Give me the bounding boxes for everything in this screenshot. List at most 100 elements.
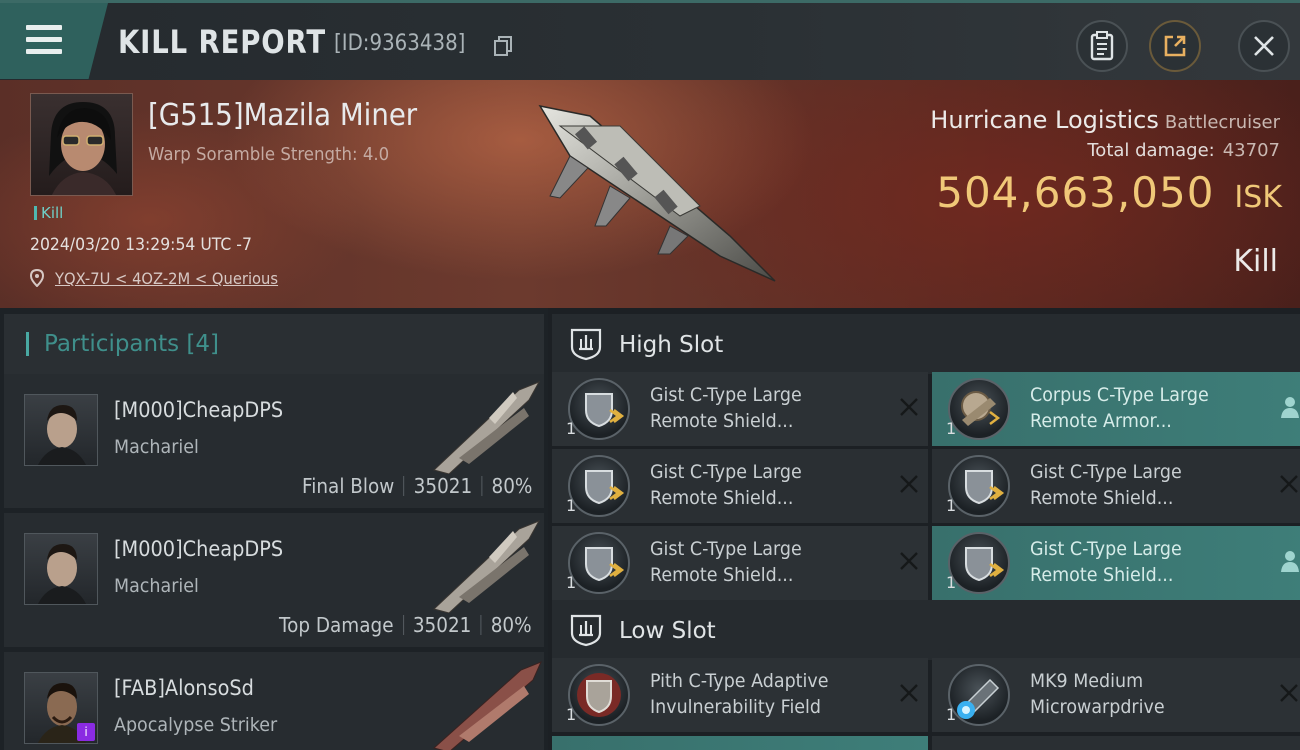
participant-name[interactable]: [FAB]AlonsoSd	[114, 676, 254, 700]
victim-location[interactable]: YQX-7U < 4OZ-2M < Querious	[29, 268, 298, 288]
module-item[interactable]: 1 Gist C-Type Large Remote Shield...	[552, 372, 928, 446]
menu-button[interactable]	[0, 3, 108, 79]
victim-name[interactable]: [G515]Mazila Miner	[148, 98, 417, 133]
isk-value: 504,663,050	[936, 168, 1215, 217]
module-quantity: 1	[946, 705, 957, 724]
module-item[interactable]: 1 Pith C-Type Adaptive Invulnerability Fi…	[552, 658, 928, 732]
victim-datetime: 2024/03/20 13:29:54 UTC -7	[30, 235, 252, 255]
module-name-line1: Gist C-Type Large	[650, 538, 802, 560]
module-item[interactable]: 1 MK9 Medium Microwarpdrive	[932, 658, 1300, 732]
total-damage-value: 43707	[1222, 140, 1280, 161]
low-slot-header[interactable]: Low Slot	[552, 600, 1300, 660]
module-item[interactable]	[552, 736, 928, 750]
module-quantity: 1	[946, 496, 957, 515]
module-name-line2: Remote Shield...	[650, 487, 794, 509]
ship-name-text: Hurricane Logistics	[930, 106, 1159, 134]
module-name-line2: Microwarpdrive	[1030, 696, 1165, 718]
module-name-line2: Remote Shield...	[1030, 487, 1174, 509]
participant-damage: 35021	[413, 474, 472, 498]
victim-avatar[interactable]	[30, 93, 133, 196]
module-item[interactable]: 1 Gist C-Type Large Remote Shield...	[932, 449, 1300, 523]
stat-divider	[480, 476, 482, 496]
participant-avatar[interactable]: i	[24, 672, 98, 744]
module-quantity: 1	[946, 573, 957, 592]
remove-x-icon[interactable]	[898, 682, 920, 704]
participant-stats: Top Damage 35021 80%	[279, 613, 532, 637]
share-button[interactable]	[1149, 20, 1201, 72]
participant-avatar[interactable]	[24, 394, 98, 466]
victim-ship-name[interactable]: Hurricane Logistics Battlecruiser	[930, 106, 1280, 134]
portrait-image	[38, 405, 86, 465]
participant-row[interactable]: i [FAB]AlonsoSd Apocalypse Striker	[4, 652, 544, 750]
high-slot-header[interactable]: High Slot	[552, 314, 1300, 374]
portrait-image	[38, 544, 86, 604]
share-icon	[1164, 35, 1186, 57]
module-name-line2: Remote Shield...	[1030, 564, 1174, 586]
location-link[interactable]: YQX-7U < 4OZ-2M < Querious	[55, 269, 278, 288]
person-icon[interactable]	[1280, 550, 1300, 572]
participant-avatar[interactable]	[24, 533, 98, 605]
low-slot-label: Low Slot	[619, 618, 716, 644]
module-quantity: 1	[566, 573, 577, 592]
slot-shield-icon	[570, 614, 602, 647]
stat-divider	[403, 615, 405, 635]
module-item[interactable]	[932, 736, 1300, 750]
remove-x-icon[interactable]	[1278, 473, 1300, 495]
module-name-line1: Gist C-Type Large	[1030, 461, 1182, 483]
participant-row[interactable]: [M000]CheapDPS Machariel Top Damage 35021…	[4, 513, 544, 647]
module-name-line2: Remote Armor...	[1030, 410, 1172, 432]
remove-x-icon[interactable]	[898, 396, 920, 418]
isk-unit: ISK	[1234, 180, 1282, 215]
module-name-line1: Gist C-Type Large	[650, 384, 802, 406]
module-name-line2: Remote Shield...	[650, 564, 794, 586]
participant-percent: 80%	[491, 613, 532, 637]
module-name: Gist C-Type Large Remote Shield...	[650, 459, 802, 511]
clipboard-button[interactable]	[1076, 20, 1128, 72]
shield-module-icon	[568, 378, 630, 440]
module-name: Pith C-Type Adaptive Invulnerability Fiel…	[650, 668, 828, 720]
module-quantity: 1	[566, 496, 577, 515]
person-icon[interactable]	[1280, 396, 1300, 418]
victim-subtitle: Warp Soramble Strength: 4.0	[148, 144, 390, 165]
clipboard-icon	[1090, 31, 1114, 61]
remove-x-icon[interactable]	[898, 473, 920, 495]
module-item[interactable]: 1 Gist C-Type Large Remote Shield...	[552, 449, 928, 523]
page-title: KILL REPORT	[118, 23, 326, 61]
stat-divider	[403, 476, 405, 496]
remove-x-icon[interactable]	[898, 550, 920, 572]
info-badge: i	[77, 723, 95, 741]
copy-icon[interactable]	[494, 36, 512, 56]
participant-name[interactable]: [M000]CheapDPS	[114, 398, 283, 422]
shield-module-icon	[568, 532, 630, 594]
module-item[interactable]: 1 Gist C-Type Large Remote Shield...	[932, 526, 1300, 600]
module-name: Gist C-Type Large Remote Shield...	[650, 382, 802, 434]
module-name: Gist C-Type Large Remote Shield...	[650, 536, 802, 588]
kill-tag: Kill	[34, 204, 63, 222]
module-item[interactable]: 1 Corpus C-Type Large Remote Armor...	[932, 372, 1300, 446]
participants-title: Participants [4]	[44, 331, 219, 357]
module-quantity: 1	[566, 705, 577, 724]
participant-name[interactable]: [M000]CheapDPS	[114, 537, 283, 561]
fitting-panel: High Slot 1 Gist C-Type Large Remote Shie…	[548, 308, 1300, 750]
shield-module-icon	[568, 455, 630, 517]
close-button[interactable]	[1238, 20, 1290, 72]
module-quantity: 1	[946, 419, 957, 438]
ship-class-text: Battlecruiser	[1164, 112, 1280, 133]
module-quantity: 1	[566, 419, 577, 438]
participant-ship: Machariel	[114, 436, 199, 458]
stat-divider	[480, 615, 482, 635]
microwarpdrive-module-icon	[948, 664, 1010, 726]
module-name-line1: Corpus C-Type Large	[1030, 384, 1209, 406]
module-item[interactable]: 1 Gist C-Type Large Remote Shield...	[552, 526, 928, 600]
total-damage: Total damage: 43707	[1087, 140, 1280, 161]
participants-panel: Participants [4] [M000]CheapDPS Macharie…	[0, 308, 548, 750]
invulnerability-module-icon	[568, 664, 630, 726]
participant-row[interactable]: [M000]CheapDPS Machariel Final Blow 35021…	[4, 374, 544, 508]
participant-ship: Machariel	[114, 575, 199, 597]
module-name: Gist C-Type Large Remote Shield...	[1030, 536, 1182, 588]
participant-ship-image	[433, 520, 541, 613]
close-icon	[1254, 36, 1274, 56]
participants-header[interactable]: Participants [4]	[4, 314, 544, 374]
victim-ship-image	[538, 104, 776, 282]
remove-x-icon[interactable]	[1278, 682, 1300, 704]
